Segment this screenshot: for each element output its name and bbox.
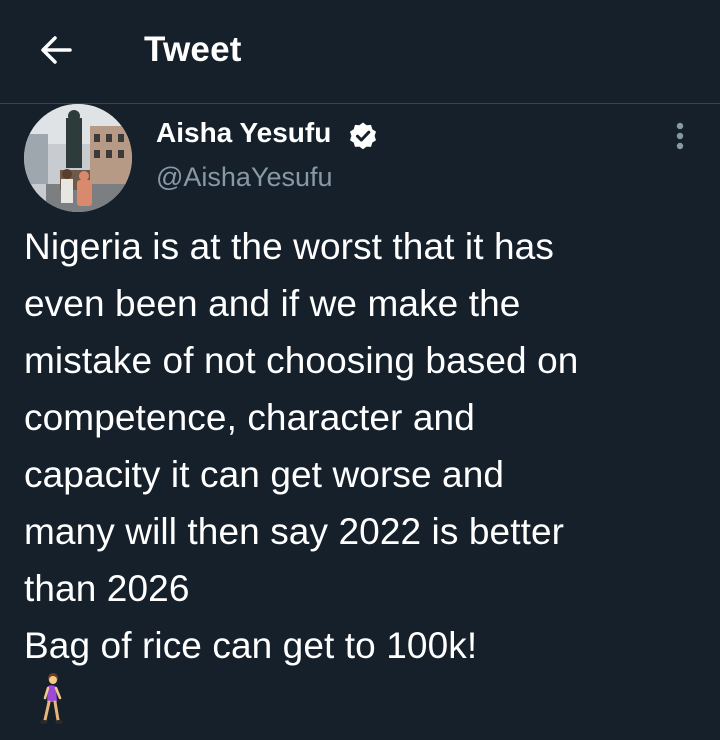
verified-badge-icon: [350, 122, 376, 150]
author-handle[interactable]: @AishaYesufu: [156, 162, 333, 193]
back-button[interactable]: [34, 28, 78, 72]
woman-walking-emoji: [40, 673, 63, 724]
top-bar: Tweet: [0, 0, 720, 104]
more-vertical-icon: [676, 122, 684, 150]
author-display-name[interactable]: Aisha Yesufu: [156, 117, 331, 149]
avatar-photo: [24, 104, 132, 212]
tweet-text: Nigeria is at the worst that it has even…: [24, 226, 579, 666]
arrow-left-icon: [41, 36, 72, 64]
more-options-button[interactable]: [662, 116, 698, 156]
avatar[interactable]: [24, 104, 132, 212]
page-title: Tweet: [144, 30, 242, 69]
